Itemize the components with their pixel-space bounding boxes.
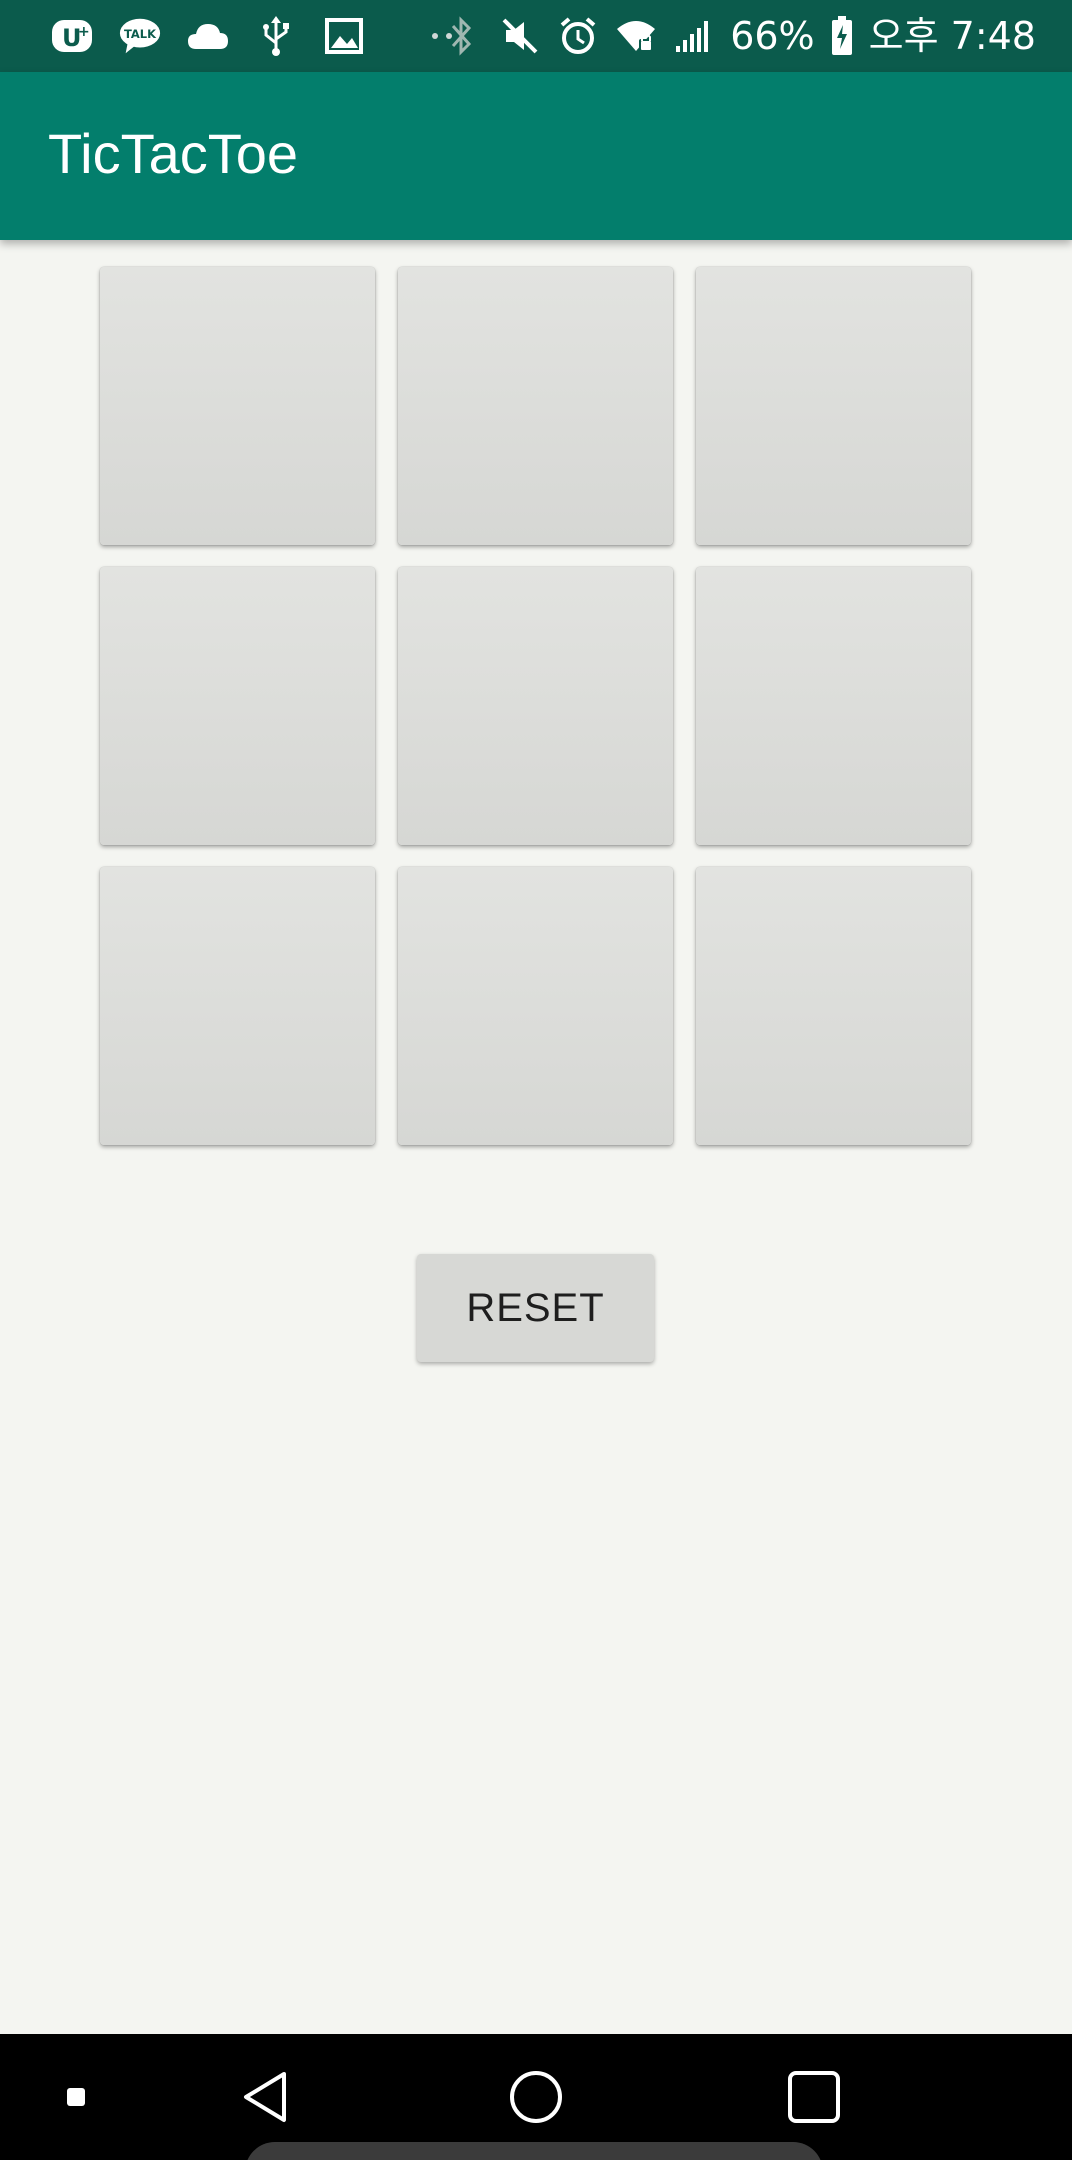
kakaotalk-icon: TALK [118, 14, 162, 58]
status-right-icons: 66% 오후 7:48 [440, 12, 1036, 60]
talk-label: TALK [124, 27, 157, 41]
usb-icon [254, 14, 298, 58]
mute-icon [498, 14, 542, 58]
cell-r3-c3[interactable] [696, 867, 971, 1145]
app-title: TicTacToe [48, 122, 299, 185]
image-icon [322, 14, 366, 58]
status-left-icons: U + TALK [50, 14, 464, 58]
app-bar: TicTacToe [0, 72, 1072, 240]
uplus-icon: U + [50, 14, 94, 58]
cell-r2-c2[interactable] [398, 567, 673, 845]
reset-button[interactable]: RESET [417, 1254, 654, 1362]
cell-r2-c1[interactable] [100, 567, 375, 845]
cell-r3-c1[interactable] [100, 867, 375, 1145]
alarm-icon [556, 14, 600, 58]
cell-r1-c1[interactable] [100, 267, 375, 545]
wifi-icon [614, 14, 658, 58]
screen: U + TALK 66% 오후 7:48 TicTacToe RESET [0, 0, 1072, 2160]
game-board [100, 267, 973, 1147]
signal-icon [672, 14, 716, 58]
status-bar: U + TALK 66% 오후 7:48 [0, 0, 1072, 72]
cell-r2-c3[interactable] [696, 567, 971, 845]
cell-r1-c2[interactable] [398, 267, 673, 545]
bluetooth-icon [440, 14, 484, 58]
recents-dot-icon[interactable] [60, 2034, 92, 2160]
battery-percent: 66% [730, 14, 815, 58]
gesture-handle[interactable] [245, 2142, 823, 2160]
svg-text:+: + [78, 24, 90, 40]
cell-r1-c3[interactable] [696, 267, 971, 545]
battery-icon [829, 14, 855, 58]
cell-r3-c2[interactable] [398, 867, 673, 1145]
cloud-icon [186, 14, 230, 58]
status-time: 오후 7:48 [868, 14, 1036, 58]
